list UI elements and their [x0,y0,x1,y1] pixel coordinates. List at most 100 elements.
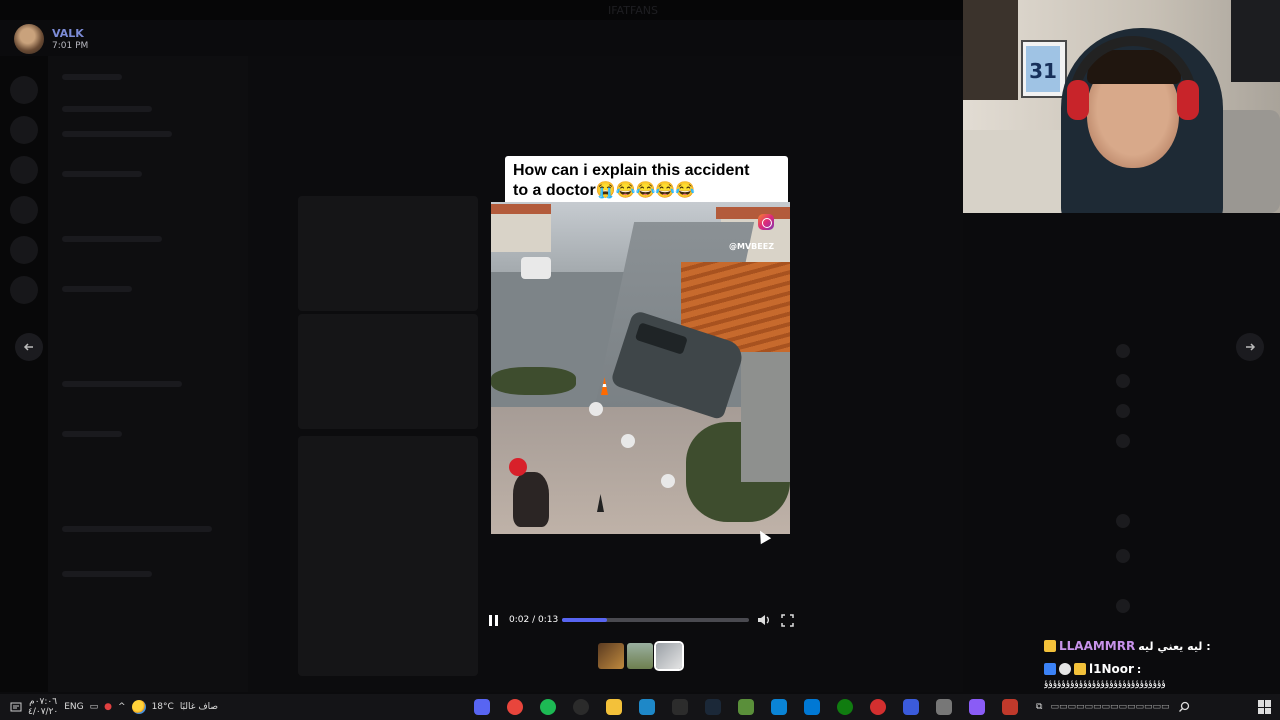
video-player[interactable]: @MVBEEZ [491,202,790,534]
uploader-info: VALK 7:01 PM [14,24,88,54]
channel-item[interactable] [62,431,122,437]
channel-item[interactable] [62,381,182,387]
taskbar-app-button[interactable] [965,696,989,718]
next-media-button[interactable] [1236,333,1264,361]
display-icon[interactable]: ▭ [90,702,99,712]
taskbar-app-button[interactable] [701,696,725,718]
chat-username[interactable]: l1Noor [1089,662,1134,676]
taskbar-app-button[interactable] [899,696,923,718]
server-icon[interactable] [10,156,38,184]
member-avatar[interactable] [1116,404,1130,418]
taskbar-app-button[interactable] [833,696,857,718]
volume-icon [758,615,769,625]
language-indicator[interactable]: ENG [64,702,83,712]
windows-start-icon[interactable] [1258,700,1272,714]
red-app-icon [870,699,886,715]
taskbar-app-button[interactable] [932,696,956,718]
taskbar-app-button[interactable] [800,696,824,718]
chevron-up-icon[interactable]: ^ [118,702,126,712]
thumbnail[interactable] [627,643,653,669]
previous-media-button[interactable] [15,333,43,361]
taskbar-app-button[interactable] [998,696,1022,718]
upload-time: 7:01 PM [52,40,89,51]
webcam-scene [963,130,1073,213]
taskbar-app-button[interactable] [602,696,626,718]
member-avatar[interactable] [1116,344,1130,358]
video-scene [491,212,551,252]
thumbnail-selected[interactable] [654,641,684,671]
server-icon[interactable] [10,116,38,144]
taskbar-app-button[interactable] [569,696,593,718]
channel-item[interactable] [62,286,132,292]
chat-video[interactable] [298,314,478,429]
jersey-number: 31 [1026,46,1060,92]
chat-username[interactable]: LLAAMMRR [1059,639,1135,653]
seek-bar[interactable] [562,618,749,622]
channel-list [48,56,248,692]
taskbar-app-button[interactable] [536,696,560,718]
clock-time: ٠٧:٠٦م [29,697,58,707]
member-avatar[interactable] [1116,549,1130,563]
fullscreen-button[interactable] [779,612,795,628]
search-icon[interactable] [1178,701,1190,713]
spotify-icon [540,699,556,715]
taskbar-app-button[interactable] [470,696,494,718]
notification-icon[interactable] [10,701,22,713]
discord-icon [474,699,490,715]
thumbnail[interactable] [598,643,624,669]
headset-ear-right [1177,80,1199,120]
tray-app-icon[interactable]: ● [104,702,112,712]
video-scene [741,352,790,482]
copilot-icon [969,699,985,715]
server-icon[interactable] [10,276,38,304]
video-scene [491,204,551,214]
server-icon[interactable] [10,76,38,104]
media-thumbnails [598,641,684,671]
channel-item[interactable] [62,526,212,532]
channel-item[interactable] [62,236,162,242]
member-avatar[interactable] [1116,434,1130,448]
instagram-icon [758,214,774,230]
member-avatar[interactable] [1116,374,1130,388]
discord-title-bar: IFATFANS [0,0,963,20]
screen: IFATFANS VALK 7:01 PM How can i explain … [0,0,1280,720]
taskbar-app-button[interactable] [503,696,527,718]
taskbar-app-button[interactable] [734,696,758,718]
chat-image[interactable] [298,196,478,311]
channel-item[interactable] [62,106,152,112]
minecraft-icon [738,699,754,715]
taskbar-app-button[interactable] [668,696,692,718]
taskbar-left: ٠٧:٠٦م ٤/٠٧/٢٠ ENG ▭ ● ^ 18°C صاف غالبًا [10,694,218,720]
pause-button[interactable] [486,613,500,627]
channel-item[interactable] [62,171,142,177]
chat-image[interactable] [298,436,478,676]
settings-cog-icon [936,699,952,715]
taskbar-apps [470,694,1022,720]
taskbar-app-button[interactable] [767,696,791,718]
video-scene [491,367,576,395]
channel-item[interactable] [62,74,122,80]
member-list [1100,214,1280,694]
steam-icon [705,699,721,715]
server-icon[interactable] [10,196,38,224]
uploader-name[interactable]: VALK [52,27,88,40]
member-avatar[interactable] [1116,599,1130,613]
weather-icon[interactable] [131,700,146,714]
weather-text[interactable]: صاف غالبًا [180,702,218,712]
crown-badge-icon [1044,640,1056,652]
task-view-icon[interactable]: ⧉ [1036,702,1042,712]
server-icon[interactable] [10,236,38,264]
avatar[interactable] [14,24,44,54]
video-person [513,472,549,527]
channel-item[interactable] [62,131,172,137]
video-controls: 0:02 / 0:13 [482,609,798,631]
taskbar-app-button[interactable] [635,696,659,718]
member-avatar[interactable] [1116,514,1130,528]
video-scene [521,257,551,279]
search-box[interactable]: ▭▭▭▭▭▭▭▭▭▭▭▭▭▭ [1050,702,1169,712]
volume-button[interactable] [756,612,772,628]
clock[interactable]: ٠٧:٠٦م ٤/٠٧/٢٠ [28,697,58,717]
weather-temp[interactable]: 18°C [152,702,174,712]
taskbar-app-button[interactable] [866,696,890,718]
channel-item[interactable] [62,571,152,577]
